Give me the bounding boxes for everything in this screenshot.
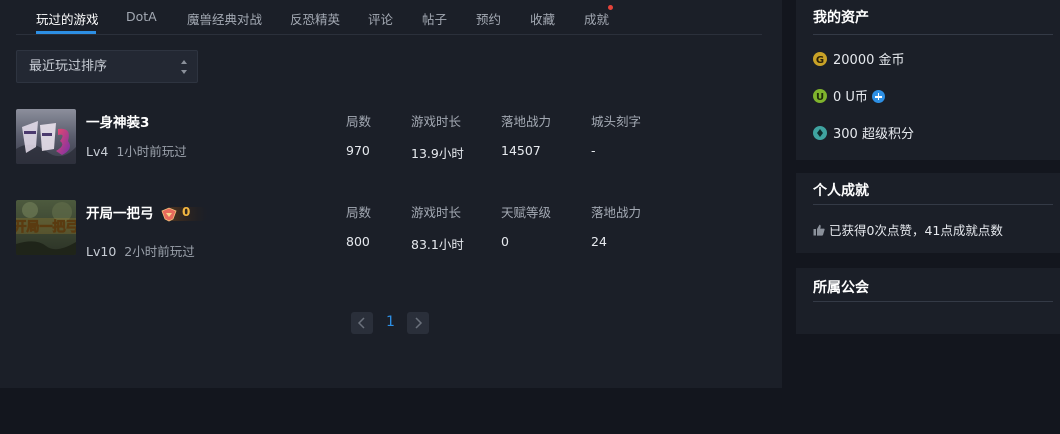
svg-text:U: U xyxy=(816,92,824,103)
badge-count: 0 xyxy=(182,205,191,219)
tab-favorites[interactable]: 收藏 xyxy=(530,9,555,28)
gold-coins: G 20000 金币 xyxy=(813,49,905,68)
game-level: Lv4 xyxy=(86,144,109,159)
stat-value: - xyxy=(591,143,596,158)
tab-reservations[interactable]: 预约 xyxy=(476,9,501,28)
sort-selected-value: 最近玩过排序 xyxy=(29,59,108,74)
stat-label: 游戏时长 xyxy=(411,205,462,220)
achievements-card: 个人成就 已获得0次点赞，41点成就点数 xyxy=(796,173,1060,253)
svg-text:G: G xyxy=(816,55,824,66)
stat-value: 83.1小时 xyxy=(411,237,464,252)
stat-label: 局数 xyxy=(346,114,372,129)
updown-arrows-icon xyxy=(181,60,188,74)
guild-title: 所属公会 xyxy=(813,280,869,296)
tab-bar: 玩过的游戏 DotA 魔兽经典对战 反恐精英 评论 帖子 预约 收藏 成就 xyxy=(16,0,762,35)
stat-column: 游戏时长 83.1小时 xyxy=(411,202,464,253)
stat-column: 落地战力 14507 xyxy=(501,111,551,158)
stat-value: 800 xyxy=(346,234,370,249)
stat-label: 游戏时长 xyxy=(411,114,462,129)
game-thumbnail[interactable] xyxy=(16,109,76,164)
game-cover-image xyxy=(16,109,76,164)
tab-warcraft-classic[interactable]: 魔兽经典对战 xyxy=(187,9,262,28)
tab-played-games[interactable]: 玩过的游戏 xyxy=(36,9,99,28)
notification-dot xyxy=(608,5,613,10)
gold-coin-icon: G xyxy=(813,52,827,66)
game-meta: Lv4 1小时前玩过 xyxy=(86,141,187,160)
stat-value: 13.9小时 xyxy=(411,146,464,161)
u-coin-icon: U xyxy=(813,89,827,103)
last-played: 2小时前玩过 xyxy=(124,244,195,259)
active-tab-indicator xyxy=(36,31,96,34)
super-points: 300 超级积分 xyxy=(813,123,914,142)
stat-column: 天赋等级 0 xyxy=(501,202,551,249)
tab-posts[interactable]: 帖子 xyxy=(422,9,447,28)
tab-dota[interactable]: DotA xyxy=(126,9,157,24)
stat-column: 局数 800 xyxy=(346,202,371,249)
chevron-right-icon xyxy=(415,317,423,329)
last-played: 1小时前玩过 xyxy=(116,144,187,159)
game-row: 开局一把弓 开局一把弓 0 Lv10 2小时前玩过 局数 800 游戏时长 83… xyxy=(16,200,756,260)
game-badge: 0 xyxy=(160,205,208,223)
played-games-panel: 玩过的游戏 DotA 魔兽经典对战 反恐精英 评论 帖子 预约 收藏 成就 最近… xyxy=(0,0,782,388)
page-number-current[interactable]: 1 xyxy=(386,314,395,330)
gold-coins-text: 20000 金币 xyxy=(833,53,905,68)
tab-achievements[interactable]: 成就 xyxy=(584,9,609,28)
game-level: Lv10 xyxy=(86,244,117,259)
assets-title: 我的资产 xyxy=(813,10,869,26)
tab-counter-strike[interactable]: 反恐精英 xyxy=(290,9,340,28)
stat-column: 城头刻字 - xyxy=(591,111,641,158)
game-title[interactable]: 一身神装3 xyxy=(86,111,149,131)
my-assets-card: 我的资产 G 20000 金币 U 0 U币 300 超级积分 xyxy=(796,0,1060,160)
stat-label: 天赋等级 xyxy=(501,205,552,220)
divider xyxy=(813,34,1053,35)
game-meta: Lv10 2小时前玩过 xyxy=(86,241,195,260)
add-u-coins-icon[interactable] xyxy=(871,90,885,103)
u-coins-text: 0 U币 xyxy=(833,90,868,105)
divider xyxy=(813,301,1053,302)
stat-value: 0 xyxy=(501,234,509,249)
super-points-text: 300 超级积分 xyxy=(833,127,914,142)
achievements-title: 个人成就 xyxy=(813,183,869,199)
pagination: 1 xyxy=(351,312,431,334)
super-points-icon xyxy=(813,126,827,140)
game-thumbnail[interactable]: 开局一把弓 xyxy=(16,200,76,255)
u-coins: U 0 U币 xyxy=(813,86,885,105)
game-cover-image: 开局一把弓 xyxy=(16,200,76,255)
chevron-left-icon xyxy=(357,317,365,329)
stat-column: 落地战力 24 xyxy=(591,202,641,249)
achievements-text: 已获得0次点赞，41点成就点数 xyxy=(829,223,1003,238)
prev-page-button[interactable] xyxy=(351,312,373,334)
stat-column: 游戏时长 13.9小时 xyxy=(411,111,464,162)
stat-value: 970 xyxy=(346,143,370,158)
stat-column: 局数 970 xyxy=(346,111,371,158)
stat-label: 局数 xyxy=(346,205,372,220)
divider xyxy=(813,204,1053,205)
stat-label: 落地战力 xyxy=(591,205,642,220)
achievements-summary: 已获得0次点赞，41点成就点数 xyxy=(813,220,1003,239)
guild-card: 所属公会 xyxy=(796,268,1060,334)
stat-label: 城头刻字 xyxy=(591,114,642,129)
next-page-button[interactable] xyxy=(407,312,429,334)
game-title[interactable]: 开局一把弓 xyxy=(86,202,154,222)
stat-value: 24 xyxy=(591,234,607,249)
tab-comments[interactable]: 评论 xyxy=(368,9,393,28)
game-row: 一身神装3 Lv4 1小时前玩过 局数 970 游戏时长 13.9小时 落地战力 … xyxy=(16,109,756,169)
svg-text:开局一把弓: 开局一把弓 xyxy=(16,219,76,235)
thumbs-up-icon xyxy=(813,224,825,236)
sort-dropdown[interactable]: 最近玩过排序 xyxy=(16,50,198,83)
stat-label: 落地战力 xyxy=(501,114,552,129)
stat-value: 14507 xyxy=(501,143,541,158)
